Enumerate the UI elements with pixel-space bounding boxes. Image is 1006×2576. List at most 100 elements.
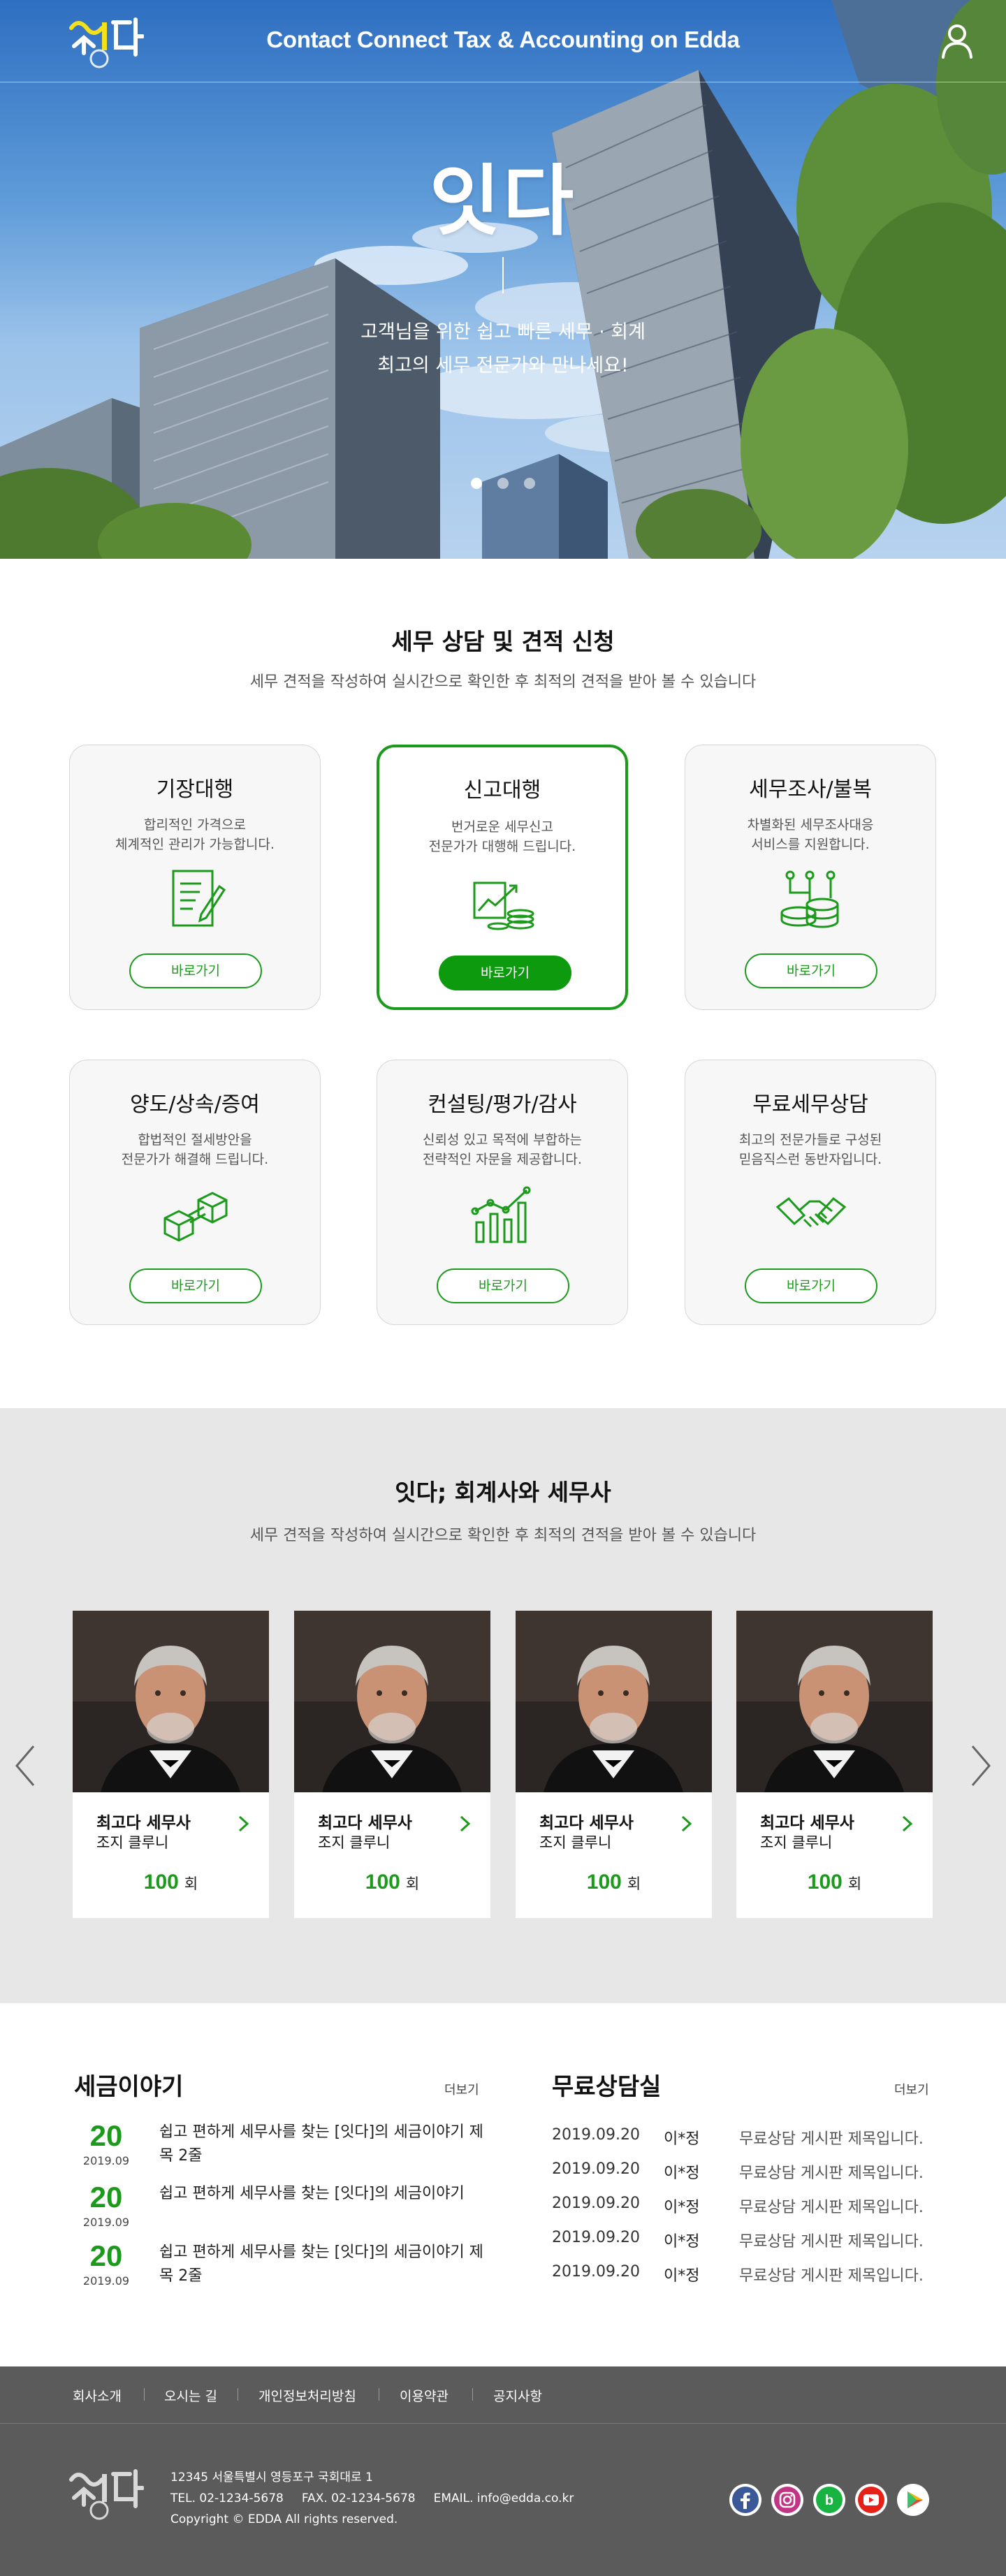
tax-story-item[interactable]: 20 2019.09 쉽고 편하게 세무사를 찾는 [잇다]의 세금이야기 제목… [74, 2119, 493, 2175]
service-card-title: 신고대행 [463, 778, 541, 803]
news-title[interactable]: 쉽고 편하게 세무사를 찾는 [잇다]의 세금이야기 제목 2줄 [159, 2121, 495, 2168]
service-card-free-consult[interactable]: 무료세무상담 최고의 전문가들로 구성된 믿음직스런 동반자입니다. 바로가기 [685, 1060, 936, 1325]
expert-card[interactable]: 최고다 세무사 조지 클루니 100 회 [516, 1611, 712, 1918]
expert-count-number: 100 [807, 1871, 843, 1894]
consult-author: 이*정 [664, 2165, 700, 2182]
service-card-title: 기장대행 [156, 777, 234, 802]
expert-photo [736, 1611, 933, 1792]
go-button[interactable]: 바로가기 [745, 1268, 877, 1303]
news-title[interactable]: 쉽고 편하게 세무사를 찾는 [잇다]의 세금이야기 제목 2줄 [159, 2241, 495, 2288]
service-card-bookkeeping[interactable]: 기장대행 합리적인 가격으로 체계적인 관리가 가능합니다. 바로가기 [69, 745, 321, 1010]
chevron-right-icon[interactable] [901, 1815, 914, 1833]
consult-date: 2019.09.20 [552, 2195, 640, 2212]
expert-count: 100 회 [73, 1871, 269, 1894]
instagram-icon[interactable] [771, 2484, 803, 2516]
service-desc-line: 전문가가 해결해 드립니다. [121, 1152, 269, 1167]
expert-card[interactable]: 최고다 세무사 조지 클루니 100 회 [294, 1611, 490, 1918]
footer-link-terms[interactable]: 이용약관 [400, 2386, 449, 2405]
boxes-transfer-icon [163, 1192, 228, 1242]
service-card-inheritance[interactable]: 양도/상속/증여 합법적인 절세방안을 전문가가 해결해 드립니다. 바로가기 [69, 1060, 321, 1325]
chevron-right-icon[interactable] [968, 1743, 993, 1788]
chevron-right-icon[interactable] [680, 1815, 693, 1833]
free-consult-more-link[interactable]: 더보기 [894, 2080, 929, 2098]
news-year-month: 2019.09 [82, 2274, 130, 2288]
go-button[interactable]: 바로가기 [437, 1268, 569, 1303]
service-desc-line: 서비스를 지원합니다. [751, 837, 870, 852]
consult-title[interactable]: 무료상담 게시판 제목입니다. [739, 2126, 924, 2149]
consult-date: 2019.09.20 [552, 2126, 640, 2144]
slider-dot-1[interactable] [471, 478, 482, 489]
expert-role: 최고다 세무사 [96, 1814, 191, 1832]
footer-tel: TEL. 02-1234-5678 [170, 2491, 284, 2505]
slider-dot-3[interactable] [524, 478, 535, 489]
service-card-desc: 합리적인 가격으로 체계적인 관리가 가능합니다. [70, 815, 320, 854]
footer-copyright: Copyright © EDDA All rights reserved. [170, 2512, 398, 2526]
consult-row[interactable]: 2019.09.20 이*정 무료상담 게시판 제목입니다. [552, 2160, 936, 2184]
expert-photo [516, 1611, 712, 1792]
news-day: 20 [89, 2239, 123, 2272]
footer-link-about[interactable]: 회사소개 [73, 2386, 122, 2405]
expert-name: 조지 클루니 [760, 1834, 833, 1851]
consult-row[interactable]: 2019.09.20 이*정 무료상담 게시판 제목입니다. [552, 2195, 936, 2218]
consult-title[interactable]: 무료상담 게시판 제목입니다. [739, 2195, 924, 2217]
service-card-filing[interactable]: 신고대행 번거로운 세무신고 전문가가 대행해 드립니다. 바로가기 [377, 745, 628, 1010]
service-desc-line: 체계적인 관리가 가능합니다. [115, 837, 275, 852]
service-card-title: 양도/상속/증여 [130, 1092, 260, 1117]
bar-growth-icon [471, 1186, 531, 1243]
go-button[interactable]: 바로가기 [745, 953, 877, 988]
expert-card[interactable]: 최고다 세무사 조지 클루니 100 회 [73, 1611, 269, 1918]
footer-link-directions[interactable]: 오시는 길 [164, 2386, 217, 2405]
chevron-right-icon[interactable] [238, 1815, 250, 1833]
tax-story-item[interactable]: 20 2019.09 쉽고 편하게 세무사를 찾는 [잇다]의 세금이야기 제목… [74, 2239, 493, 2295]
footer-separator [472, 2388, 473, 2401]
footer-logo[interactable] [67, 2466, 144, 2522]
consult-title[interactable]: 무료상담 게시판 제목입니다. [739, 2229, 924, 2251]
footer-email: EMAIL. info@edda.co.kr [433, 2491, 574, 2505]
consult-date: 2019.09.20 [552, 2229, 640, 2246]
facebook-icon[interactable] [729, 2484, 761, 2516]
consult-author: 이*정 [664, 2233, 700, 2251]
consult-row[interactable]: 2019.09.20 이*정 무료상담 게시판 제목입니다. [552, 2126, 936, 2150]
tax-story-more-link[interactable]: 더보기 [444, 2080, 479, 2098]
service-card-consulting[interactable]: 컨설팅/평가/감사 신뢰성 있고 목적에 부합하는 전략적인 자문을 제공합니다… [377, 1060, 628, 1325]
user-icon[interactable] [938, 21, 977, 60]
expert-count-number: 100 [365, 1871, 400, 1894]
expert-role: 최고다 세무사 [539, 1814, 634, 1832]
consult-row[interactable]: 2019.09.20 이*정 무료상담 게시판 제목입니다. [552, 2229, 936, 2253]
go-button[interactable]: 바로가기 [129, 1268, 262, 1303]
tax-story-item[interactable]: 20 2019.09 쉽고 편하게 세무사를 찾는 [잇다]의 세금이야기 [74, 2181, 493, 2237]
chevron-right-icon[interactable] [459, 1815, 472, 1833]
expert-card[interactable]: 최고다 세무사 조지 클루니 100 회 [736, 1611, 933, 1918]
consult-date: 2019.09.20 [552, 2263, 640, 2281]
footer-link-notice[interactable]: 공지사항 [493, 2386, 542, 2405]
consult-title[interactable]: 무료상담 게시판 제목입니다. [739, 2263, 924, 2285]
service-desc-line: 믿음직스런 동반자입니다. [738, 1152, 882, 1167]
play-store-icon[interactable] [897, 2484, 929, 2516]
blog-icon[interactable]: b [813, 2484, 845, 2516]
expert-photo [294, 1611, 490, 1792]
consult-title[interactable]: 무료상담 게시판 제목입니다. [739, 2160, 924, 2183]
hero-subtitle: 고객님을 위한 쉽고 빠른 세무 · 회계 최고의 세무 전문가와 만나세요! [293, 316, 713, 383]
top-navigation-bar: Contact Connect Tax & Accounting on Edda [0, 0, 1006, 82]
hero-subtitle-line2: 최고의 세무 전문가와 만나세요! [377, 355, 629, 376]
edda-logo[interactable] [67, 14, 144, 70]
services-title: 세무 상담 및 견적 신청 [391, 628, 615, 655]
news-year-month: 2019.09 [82, 2216, 130, 2229]
go-button[interactable]: 바로가기 [129, 953, 262, 988]
go-button[interactable]: 바로가기 [439, 956, 571, 990]
consult-row[interactable]: 2019.09.20 이*정 무료상담 게시판 제목입니다. [552, 2263, 936, 2287]
service-card-audit[interactable]: 세무조사/불복 차별화된 세무조사대응 서비스를 지원합니다. 바로가기 [685, 745, 936, 1010]
youtube-icon[interactable] [855, 2484, 887, 2516]
chevron-left-icon[interactable] [13, 1743, 38, 1788]
slider-dot-2[interactable] [497, 478, 509, 489]
expert-count-unit: 회 [184, 1875, 198, 1892]
service-desc-line: 전략적인 자문을 제공합니다. [423, 1152, 582, 1167]
service-desc-line: 합리적인 가격으로 [144, 817, 246, 833]
site-tagline: Contact Connect Tax & Accounting on Edda [266, 27, 740, 52]
handshake-icon [776, 1196, 846, 1228]
service-desc-line: 전문가가 대행해 드립니다. [428, 839, 576, 854]
expert-photo [73, 1611, 269, 1792]
news-title[interactable]: 쉽고 편하게 세무사를 찾는 [잇다]의 세금이야기 [159, 2182, 495, 2206]
footer-link-privacy[interactable]: 개인정보처리방침 [258, 2386, 356, 2405]
tax-story-title: 세금이야기 [74, 2073, 184, 2101]
